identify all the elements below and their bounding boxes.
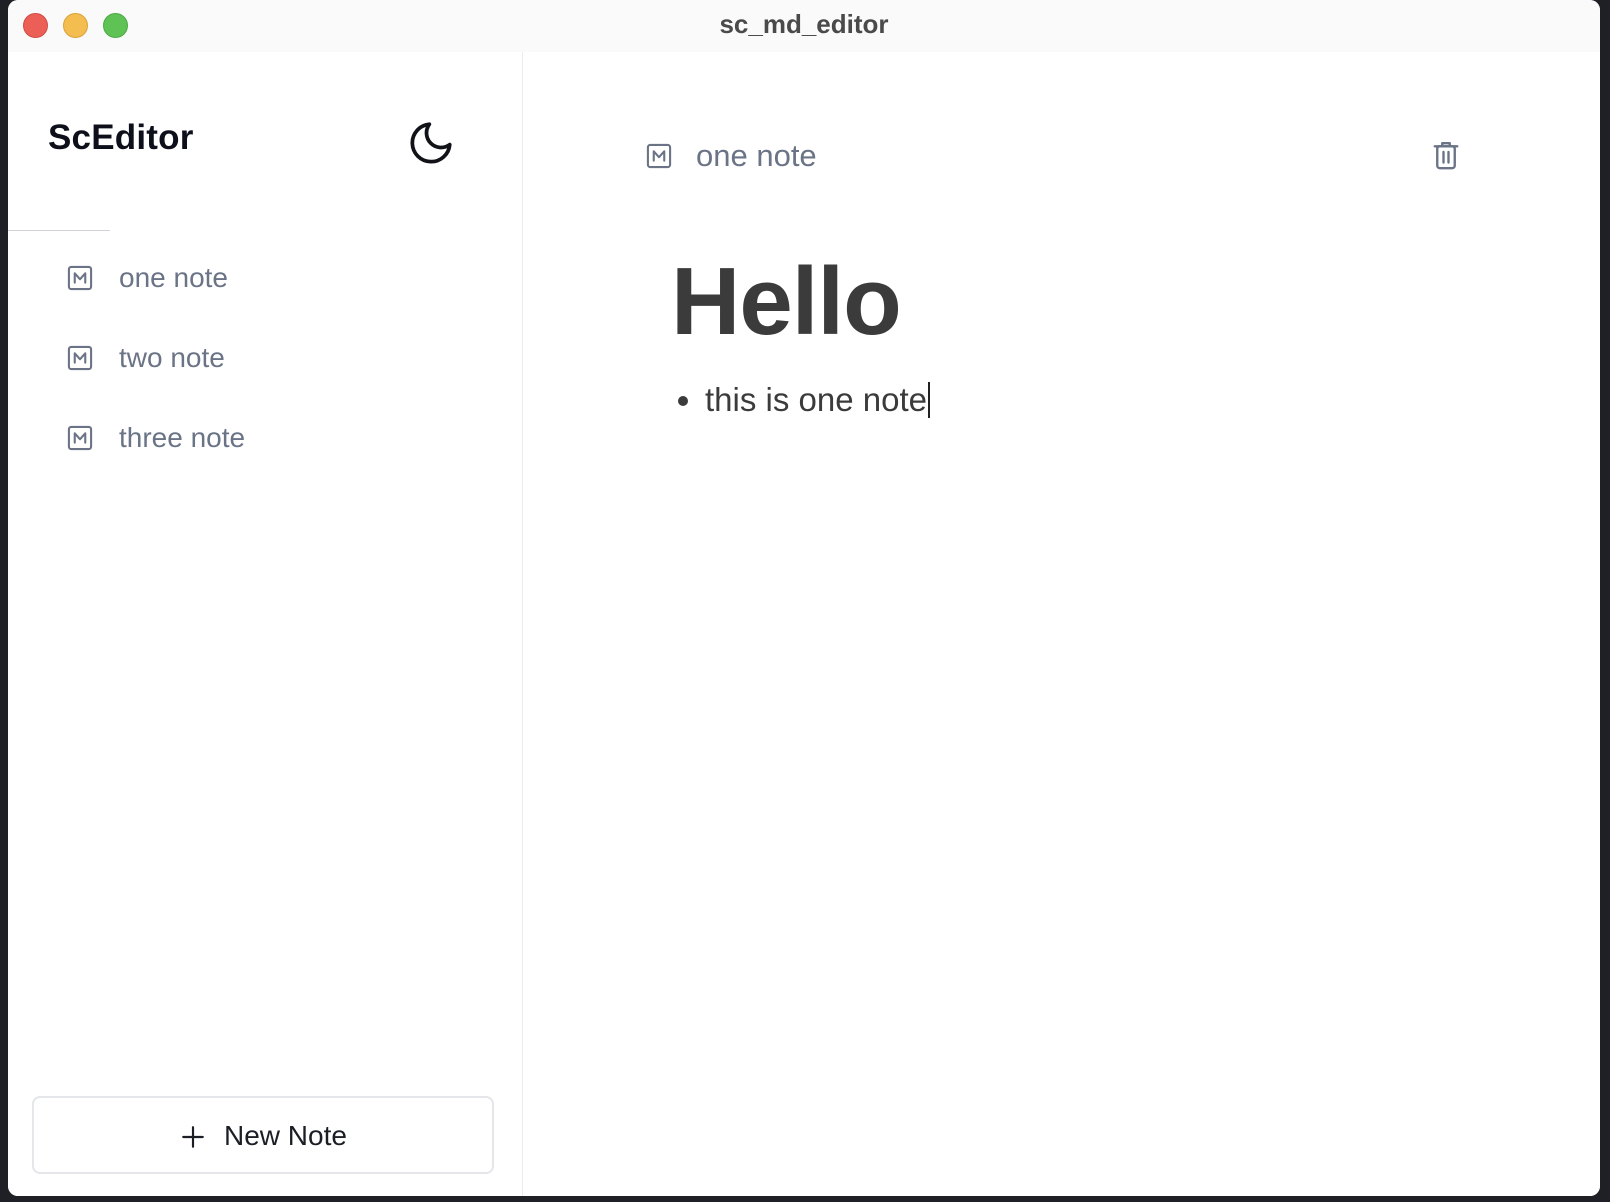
text-caret (927, 382, 930, 418)
editor-pane: one note Hello this is one note (523, 52, 1600, 1196)
theme-toggle-button[interactable] (406, 118, 456, 168)
content-bullet-list: this is one note (671, 376, 1551, 424)
delete-note-button[interactable] (1431, 138, 1461, 172)
content-bullet: this is one note (705, 376, 1551, 424)
note-label: one note (119, 262, 228, 293)
markdown-icon (67, 265, 93, 291)
new-note-label: New Note (224, 1120, 347, 1151)
sidebar-divider (8, 230, 110, 231)
moon-icon (410, 122, 452, 164)
markdown-icon (67, 425, 93, 451)
sidebar: ScEditor one note two note three note Ne… (8, 52, 523, 1196)
note-list-item[interactable]: three note (8, 402, 522, 482)
note-label: three note (119, 422, 246, 453)
app-window: sc_md_editor ScEditor one note two note … (8, 0, 1600, 1196)
window-title: sc_md_editor (719, 9, 889, 39)
note-label: two note (119, 342, 225, 373)
plus-icon (182, 1126, 204, 1148)
desktop-edge (1600, 0, 1610, 1202)
current-note-title: one note (696, 138, 817, 173)
note-list-item[interactable]: two note (8, 322, 522, 402)
markdown-icon (646, 143, 672, 169)
trash-icon (1433, 141, 1459, 170)
content-heading: Hello (671, 248, 902, 355)
app-brand: ScEditor (48, 118, 194, 157)
new-note-button[interactable]: New Note (32, 1096, 494, 1174)
markdown-icon (67, 345, 93, 371)
note-list-item[interactable]: one note (8, 242, 522, 322)
title-bar: sc_md_editor (8, 0, 1600, 52)
markdown-editor[interactable]: Hello this is one note (671, 242, 1551, 1142)
note-list: one note two note three note (8, 242, 522, 482)
